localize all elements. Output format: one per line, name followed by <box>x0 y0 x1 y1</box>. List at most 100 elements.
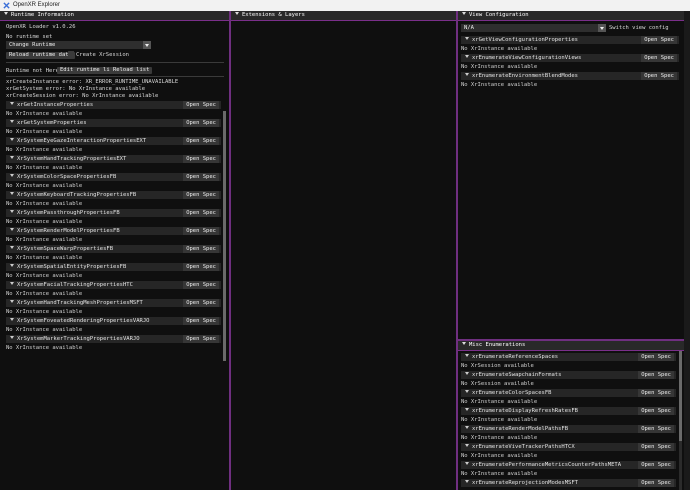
section-header[interactable]: xrEnumerateViveTrackerPathsHTCX Open Spec <box>461 443 676 451</box>
section-header[interactable]: xrEnumerateEnvironmentBlendModes Open Spe… <box>461 72 679 80</box>
expand-triangle-icon[interactable] <box>10 102 14 105</box>
expand-triangle-icon[interactable] <box>10 156 14 159</box>
section-header[interactable]: XrSystemHandTrackingMeshPropertiesMSFT Op… <box>6 299 221 307</box>
open-spec-button[interactable]: Open Spec <box>183 119 219 127</box>
collapse-triangle-icon[interactable] <box>462 342 466 345</box>
open-spec-button[interactable]: Open Spec <box>183 281 219 289</box>
reload-runtime-button[interactable]: Reload runtime data <box>6 52 75 59</box>
change-runtime-combo[interactable]: Change Runtime <box>6 41 151 49</box>
expand-triangle-icon[interactable] <box>10 336 14 339</box>
section-header[interactable]: XrSystemRenderModelPropertiesFB Open Spec <box>6 227 221 235</box>
extensions-layers-panel: Extensions & Layers <box>231 11 456 490</box>
expand-triangle-icon[interactable] <box>10 210 14 213</box>
expand-triangle-icon[interactable] <box>465 73 469 76</box>
collapse-triangle-icon[interactable] <box>462 12 466 15</box>
checkbox-icon[interactable] <box>68 51 74 57</box>
expand-triangle-icon[interactable] <box>465 426 469 429</box>
extensions-panel-header[interactable]: Extensions & Layers <box>231 11 456 21</box>
section-header[interactable]: xrEnumerateDisplayRefreshRatesFB Open Spe… <box>461 407 676 415</box>
section-note: No XrInstance available <box>6 183 83 189</box>
expand-triangle-icon[interactable] <box>465 480 469 483</box>
section-header[interactable]: xrEnumerateReferenceSpaces Open Spec <box>461 353 676 361</box>
open-spec-button[interactable]: Open Spec <box>638 425 674 433</box>
scroll-thumb[interactable] <box>679 351 682 441</box>
open-spec-button[interactable]: Open Spec <box>183 299 219 307</box>
section-header[interactable]: XrSystemSpaceWarpPropertiesFB Open Spec <box>6 245 221 253</box>
expand-triangle-icon[interactable] <box>10 264 14 267</box>
expand-triangle-icon[interactable] <box>10 282 14 285</box>
expand-triangle-icon[interactable] <box>10 120 14 123</box>
section-header[interactable]: xrEnumeratePerformanceMetricsCounterPath… <box>461 461 676 469</box>
open-spec-button[interactable]: Open Spec <box>638 479 674 487</box>
open-spec-button[interactable]: Open Spec <box>183 155 219 163</box>
open-spec-button[interactable]: Open Spec <box>638 443 674 451</box>
reload-list-button[interactable]: Reload list <box>110 67 153 74</box>
view-config-combo[interactable]: N/A <box>461 24 606 32</box>
change-runtime-value: Change Runtime <box>9 42 56 48</box>
open-spec-button[interactable]: Open Spec <box>183 263 219 271</box>
section-header[interactable]: XrSystemColorSpacePropertiesFB Open Spec <box>6 173 221 181</box>
expand-triangle-icon[interactable] <box>465 37 469 40</box>
section-header[interactable]: XrSystemFacialTrackingPropertiesHTC Open … <box>6 281 221 289</box>
section-note: No XrInstance available <box>6 111 83 117</box>
expand-triangle-icon[interactable] <box>465 444 469 447</box>
expand-triangle-icon[interactable] <box>465 55 469 58</box>
expand-triangle-icon[interactable] <box>10 192 14 195</box>
section-header[interactable]: xrEnumerateSwapchainFormats Open Spec <box>461 371 676 379</box>
view-panel-header[interactable]: View Configuration <box>458 11 684 21</box>
collapse-triangle-icon[interactable] <box>235 12 239 15</box>
open-spec-button[interactable]: Open Spec <box>638 389 674 397</box>
section-header[interactable]: XrSystemMarkerTrackingPropertiesVARJO Ope… <box>6 335 221 343</box>
open-spec-button[interactable]: Open Spec <box>183 317 219 325</box>
expand-triangle-icon[interactable] <box>10 246 14 249</box>
section-header[interactable]: xrEnumerateColorSpacesFB Open Spec <box>461 389 676 397</box>
section-header[interactable]: xrEnumerateRenderModelPathsFB Open Spec <box>461 425 676 433</box>
open-spec-button[interactable]: Open Spec <box>183 191 219 199</box>
chevron-down-icon[interactable] <box>143 41 151 49</box>
misc-panel-header[interactable]: Misc Enumerations <box>458 341 684 351</box>
expand-triangle-icon[interactable] <box>10 138 14 141</box>
open-spec-button[interactable]: Open Spec <box>183 137 219 145</box>
collapse-triangle-icon[interactable] <box>4 12 8 15</box>
open-spec-button[interactable]: Open Spec <box>183 335 219 343</box>
section-header[interactable]: xrGetSystemProperties Open Spec <box>6 119 221 127</box>
section-header[interactable]: XrSystemPassthroughPropertiesFB Open Spec <box>6 209 221 217</box>
create-session-checkbox[interactable]: Create XrSession <box>68 51 129 59</box>
open-spec-button[interactable]: Open Spec <box>183 227 219 235</box>
expand-triangle-icon[interactable] <box>465 354 469 357</box>
section-header[interactable]: xrGetInstanceProperties Open Spec <box>6 101 221 109</box>
open-spec-button[interactable]: Open Spec <box>641 72 677 80</box>
expand-triangle-icon[interactable] <box>10 228 14 231</box>
section-header[interactable]: XrSystemHandTrackingPropertiesEXT Open Sp… <box>6 155 221 163</box>
open-spec-button[interactable]: Open Spec <box>641 54 677 62</box>
open-spec-button[interactable]: Open Spec <box>638 371 674 379</box>
misc-scrollbar[interactable] <box>679 351 682 490</box>
expand-triangle-icon[interactable] <box>10 174 14 177</box>
open-spec-button[interactable]: Open Spec <box>183 209 219 217</box>
open-spec-button[interactable]: Open Spec <box>183 173 219 181</box>
open-spec-button[interactable]: Open Spec <box>183 101 219 109</box>
runtime-scrollbar[interactable] <box>223 111 226 361</box>
open-spec-button[interactable]: Open Spec <box>641 36 677 44</box>
expand-triangle-icon[interactable] <box>465 408 469 411</box>
open-spec-button[interactable]: Open Spec <box>638 461 674 469</box>
open-spec-button[interactable]: Open Spec <box>638 407 674 415</box>
chevron-down-icon[interactable] <box>598 24 606 32</box>
open-spec-button[interactable]: Open Spec <box>638 353 674 361</box>
expand-triangle-icon[interactable] <box>465 372 469 375</box>
section-header[interactable]: XrSystemKeyboardTrackingPropertiesFB Open… <box>6 191 221 199</box>
expand-triangle-icon[interactable] <box>10 318 14 321</box>
expand-triangle-icon[interactable] <box>465 390 469 393</box>
runtime-panel-header[interactable]: Runtime Information <box>0 11 229 21</box>
expand-triangle-icon[interactable] <box>10 300 14 303</box>
section-header[interactable]: xrEnumerateReprojectionModesMSFT Open Spe… <box>461 479 676 487</box>
section-header[interactable]: xrEnumerateViewConfigurationViews Open Sp… <box>461 54 679 62</box>
section-header[interactable]: XrSystemSpatialEntityPropertiesFB Open Sp… <box>6 263 221 271</box>
scroll-thumb[interactable] <box>223 111 226 361</box>
section-header[interactable]: XrSystemEyeGazeInteractionPropertiesEXT O… <box>6 137 221 145</box>
open-spec-button[interactable]: Open Spec <box>183 245 219 253</box>
switch-view-config-label: Switch view config <box>609 25 669 31</box>
section-header[interactable]: XrSystemFoveatedRenderingPropertiesVARJO… <box>6 317 221 325</box>
expand-triangle-icon[interactable] <box>465 462 469 465</box>
section-header[interactable]: xrGetViewConfigurationProperties Open Spe… <box>461 36 679 44</box>
